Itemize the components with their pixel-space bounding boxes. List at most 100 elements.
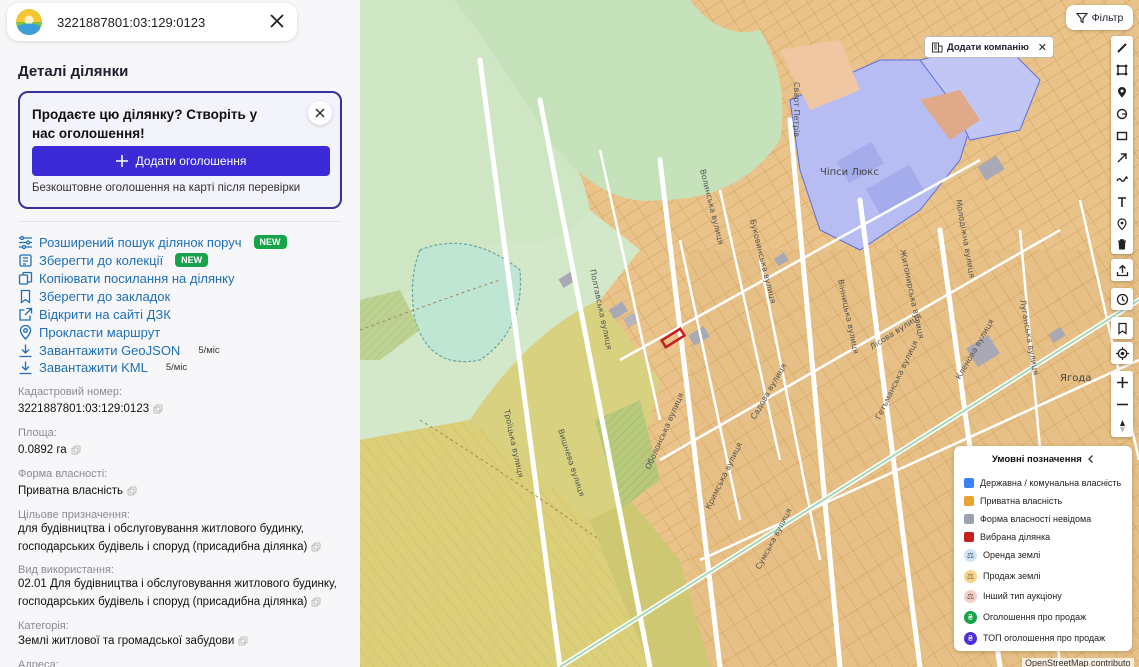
- bookmarks-button[interactable]: [1111, 317, 1133, 339]
- usage-value: 02.01 Для будівництва і обслуговування ж…: [18, 578, 337, 608]
- search-card: 3221887801:03:129:0123: [7, 3, 297, 41]
- map-attribution[interactable]: OpenStreetMap contributo: [1022, 658, 1134, 667]
- legend-item: Приватна власність: [964, 494, 1062, 508]
- zoom-control: [1111, 371, 1133, 437]
- reset-north-button[interactable]: [1111, 415, 1133, 437]
- link-icon: [18, 271, 33, 286]
- circle-tool[interactable]: [1111, 103, 1133, 125]
- cadastral-number: 3221887801:03:129:0123: [18, 403, 150, 415]
- field-label-ownership: Форма власності:: [18, 468, 108, 480]
- field-value-purpose: для будівництва і обслуговування житлово…: [18, 520, 348, 556]
- rectangle-icon: [1116, 131, 1128, 141]
- chevron-left-icon[interactable]: [1084, 452, 1098, 466]
- new-badge: NEW: [253, 235, 287, 249]
- cadastral-map[interactable]: Лісова вулиця Оболонська вулиця Кримська…: [360, 0, 1139, 667]
- copy-icon[interactable]: [311, 542, 321, 552]
- field-value-area: 0.0892 га: [18, 441, 348, 459]
- legend-item: ₴ Оголошення про продаж: [964, 610, 1086, 624]
- copy-icon[interactable]: [238, 636, 248, 646]
- legend-item: ⚖ Продаж землі: [964, 569, 1041, 583]
- copy-icon[interactable]: [311, 597, 321, 607]
- new-badge: NEW: [175, 253, 209, 267]
- zoom-out-button[interactable]: [1111, 393, 1133, 415]
- copy-icon[interactable]: [153, 404, 163, 414]
- promo-card: Продаєте цю ділянку? Створіть у нас огол…: [18, 91, 342, 209]
- polygon-icon: [1116, 64, 1128, 76]
- legend-label: Інший тип аукціону: [983, 591, 1062, 601]
- category-value: Землі житлової та громадської забудови: [18, 635, 235, 647]
- freehand-tool[interactable]: [1111, 169, 1133, 191]
- field-label-cadastral: Кадастровий номер:: [18, 386, 123, 398]
- hryvnia-icon: ₴: [964, 631, 977, 645]
- delete-tool[interactable]: [1111, 233, 1133, 255]
- building-icon: [932, 42, 943, 53]
- search-query[interactable]: 3221887801:03:129:0123: [57, 15, 205, 30]
- copy-icon[interactable]: [127, 486, 137, 496]
- field-label-address: Адреса:: [18, 659, 59, 667]
- locate-me-button[interactable]: [1111, 342, 1133, 364]
- circle-icon: [1116, 108, 1128, 120]
- location-pin-icon: [1117, 218, 1127, 230]
- marker-tool[interactable]: [1111, 81, 1133, 103]
- action-label: Зберегти до колекції: [39, 252, 164, 268]
- filter-button[interactable]: Фільтр: [1066, 5, 1133, 30]
- action-download-geojson[interactable]: Завантажити GeoJSON 5/міс: [18, 341, 220, 359]
- action-bookmark[interactable]: Зберегти до закладок: [18, 287, 170, 305]
- hryvnia-icon: ₴: [964, 610, 977, 624]
- legend-item: ₴ ТОП оголошення про продаж: [964, 631, 1105, 645]
- legend-label: Форма власності невідома: [980, 514, 1092, 524]
- legend-item: Вибрана ділянка: [964, 530, 1050, 544]
- zoom-in-button[interactable]: [1111, 371, 1133, 393]
- arrow-tool[interactable]: [1111, 147, 1133, 169]
- place-label: Чіпси Люкс: [820, 166, 879, 178]
- action-label: Розширений пошук ділянок поруч: [39, 234, 242, 250]
- legend-label: Вибрана ділянка: [980, 532, 1051, 542]
- history-button[interactable]: [1111, 288, 1133, 310]
- plus-icon: [115, 155, 128, 167]
- text-tool[interactable]: [1111, 191, 1133, 213]
- text-icon: [1118, 197, 1126, 207]
- action-copy-link[interactable]: Копіювати посилання на ділянку: [18, 269, 235, 287]
- rectangle-tool[interactable]: [1111, 125, 1133, 147]
- location-tool[interactable]: [1111, 213, 1133, 235]
- close-icon[interactable]: ✕: [1038, 41, 1047, 54]
- field-value-cadastral: 3221887801:03:129:0123: [18, 400, 348, 418]
- map-legend: Умовні позначення Державна / комунальна …: [954, 446, 1132, 651]
- funnel-icon: [1075, 12, 1088, 23]
- share-icon: [1116, 264, 1128, 276]
- action-advanced-search[interactable]: Розширений пошук ділянок поруч NEW: [18, 233, 287, 251]
- filter-label: Фільтр: [1091, 11, 1124, 24]
- close-icon: [315, 108, 325, 118]
- freehand-icon: [1116, 176, 1128, 182]
- action-save-collection[interactable]: Зберегти до колекції NEW: [18, 251, 209, 269]
- drawing-toolbar: [1111, 36, 1133, 254]
- action-route[interactable]: Прокласти маршрут: [18, 323, 160, 341]
- field-label-area: Площа:: [18, 427, 57, 439]
- private-swatch: [964, 496, 974, 506]
- ruler-tool[interactable]: [1111, 37, 1133, 59]
- minus-icon: [1116, 403, 1128, 405]
- gavel-icon: ⚖: [964, 548, 977, 562]
- close-icon[interactable]: [267, 11, 287, 31]
- action-download-kml[interactable]: Завантажити KML 5/міс: [18, 358, 187, 376]
- promo-close-button[interactable]: [308, 101, 332, 125]
- route-pin-icon: [18, 324, 33, 340]
- legend-label: Продаж землі: [983, 571, 1041, 581]
- legend-label: Оренда землі: [983, 550, 1041, 560]
- action-open-dzk[interactable]: Відкрити на сайті ДЗК: [18, 305, 171, 323]
- add-company-button[interactable]: Додати компанію ✕: [924, 36, 1054, 58]
- polygon-tool[interactable]: [1111, 59, 1133, 81]
- download-icon: [18, 343, 33, 358]
- crosshair-icon: [1115, 346, 1129, 360]
- panel-title: Деталі ділянки: [18, 63, 129, 80]
- share-button[interactable]: [1111, 259, 1133, 281]
- action-label: Копіювати посилання на ділянку: [39, 270, 235, 286]
- action-label: Завантажити KML: [39, 359, 148, 375]
- divider: [18, 221, 342, 222]
- selected-swatch: [964, 532, 974, 542]
- state-swatch: [964, 478, 974, 488]
- copy-icon[interactable]: [71, 445, 81, 455]
- add-listing-button[interactable]: Додати оголошення: [32, 146, 330, 176]
- download-limit: 5/міс: [165, 361, 188, 373]
- app-logo: [16, 9, 42, 35]
